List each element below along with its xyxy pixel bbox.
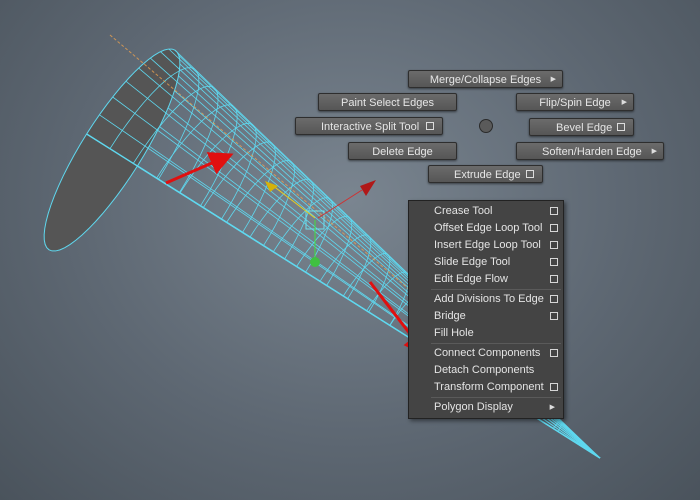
extrude-edge-button[interactable]: Extrude Edge (428, 165, 543, 183)
bevel-edge-button[interactable]: Bevel Edge (529, 118, 634, 136)
menu-item-bridge[interactable]: Bridge (409, 308, 563, 325)
soften-harden-edge-button[interactable]: Soften/Harden Edge ▶ (516, 142, 664, 160)
option-box-icon[interactable] (550, 258, 558, 266)
menu-item-insert-edge-loop-tool[interactable]: Insert Edge Loop Tool (409, 237, 563, 254)
menu-separator (431, 343, 561, 344)
option-box-icon[interactable] (526, 170, 534, 178)
menu-separator (431, 289, 561, 290)
menu-item-detach-components[interactable]: Detach Components (409, 362, 563, 379)
option-box-icon[interactable] (550, 349, 558, 357)
manipulator-green-handle[interactable] (310, 257, 320, 267)
merge-collapse-edges-button[interactable]: Merge/Collapse Edges ▶ (408, 70, 563, 88)
option-box-icon[interactable] (550, 207, 558, 215)
menu-item-slide-edge-tool[interactable]: Slide Edge Tool (409, 254, 563, 271)
menu-item-transform-component[interactable]: Transform Component (409, 379, 563, 396)
cone-ring-edge (156, 104, 238, 207)
option-box-icon[interactable] (550, 383, 558, 391)
submenu-arrow-icon: ▶ (549, 404, 555, 411)
option-box-icon[interactable] (550, 241, 558, 249)
paint-select-edges-button[interactable]: Paint Select Edges (318, 93, 457, 111)
menu-item-edit-edge-flow[interactable]: Edit Edge Flow (409, 271, 563, 288)
flip-spin-edge-button[interactable]: Flip/Spin Edge ▶ (516, 93, 634, 111)
option-box-icon[interactable] (550, 224, 558, 232)
option-box-icon[interactable] (550, 295, 558, 303)
menu-item-offset-edge-loop-tool[interactable]: Offset Edge Loop Tool (409, 220, 563, 237)
option-box-icon[interactable] (426, 122, 434, 130)
option-box-icon[interactable] (550, 312, 558, 320)
edge-context-menu: Crease Tool Offset Edge Loop Tool Insert… (408, 200, 564, 419)
menu-item-connect-components[interactable]: Connect Components (409, 345, 563, 362)
submenu-arrow-icon: ▶ (651, 148, 657, 155)
submenu-arrow-icon: ▶ (621, 99, 627, 106)
manipulator-red-handle[interactable] (360, 180, 376, 196)
option-box-icon[interactable] (617, 123, 625, 131)
menu-item-fill-hole[interactable]: Fill Hole (409, 325, 563, 342)
menu-item-crease-tool[interactable]: Crease Tool (409, 203, 563, 220)
viewport-3d[interactable] (0, 0, 700, 500)
interactive-split-tool-button[interactable]: Interactive Split Tool (295, 117, 443, 135)
option-box-icon[interactable] (550, 275, 558, 283)
submenu-arrow-icon: ▶ (550, 76, 556, 83)
menu-item-polygon-display[interactable]: Polygon Display ▶ (409, 399, 563, 416)
delete-edge-button[interactable]: Delete Edge (348, 142, 457, 160)
marking-menu-center-icon (479, 119, 493, 133)
menu-separator (431, 397, 561, 398)
menu-item-add-divisions-to-edge[interactable]: Add Divisions To Edge (409, 291, 563, 308)
